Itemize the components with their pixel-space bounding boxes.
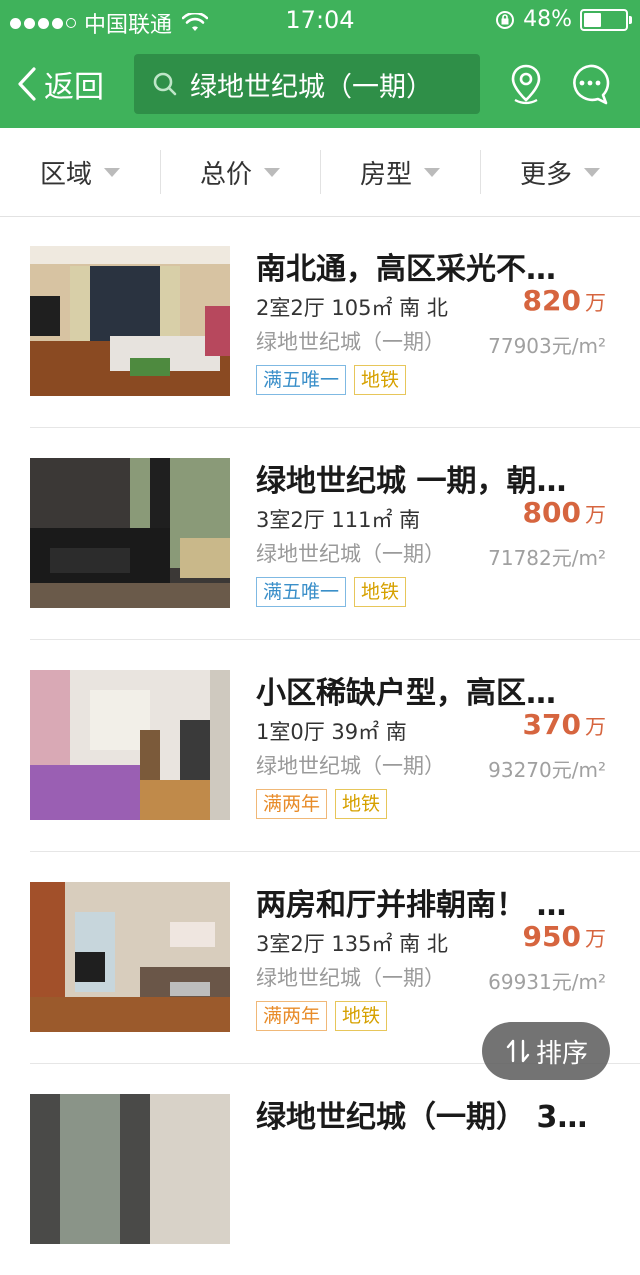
listing-photo	[30, 882, 230, 1032]
listing-item[interactable]: 小区稀缺户型，高区… 1室0厅 39㎡ 南 绿地世纪城（一期） 370 万 932…	[30, 640, 640, 852]
search-input[interactable]: 绿地世纪城（一期）	[134, 54, 480, 114]
battery-level	[584, 12, 602, 27]
filter-label: 总价	[199, 159, 252, 190]
listing-item[interactable]: 绿地世纪城（一期） 3…	[30, 1064, 640, 1275]
listing-tag: 满两年	[256, 789, 328, 819]
listing-tag: 满五唯一	[256, 365, 347, 395]
nav-bar: 返回 绿地世纪城（一期）	[0, 40, 640, 128]
listing-title: 南北通，高区采光不…	[256, 252, 556, 287]
price-unit: 万	[585, 715, 606, 739]
back-button[interactable]: 返回	[16, 62, 104, 106]
listing-spec: 3室2厅 111㎡ 南	[256, 508, 421, 532]
listing-community: 绿地世纪城（一期）	[256, 754, 445, 778]
listing-spec: 2室2厅 105㎡ 南 北	[256, 296, 448, 320]
listing-tags: 满五唯一 地铁	[256, 365, 407, 395]
status-right: 48%	[495, 7, 632, 32]
chevron-left-icon	[18, 67, 36, 101]
filter-bar: 区域 总价 房型 更多	[0, 128, 640, 217]
filter-more[interactable]: 更多	[480, 128, 640, 216]
sort-arrows-icon	[506, 1039, 530, 1063]
filter-layout[interactable]: 房型	[320, 128, 480, 216]
listing-unit-price: 77903元/m²	[488, 334, 606, 358]
listing-photo	[30, 1094, 230, 1244]
sort-button[interactable]: 排序	[482, 1022, 610, 1080]
listing-spec: 1室0厅 39㎡ 南	[256, 720, 407, 744]
listing-unit-price: 93270元/m²	[488, 758, 606, 782]
listing-community: 绿地世纪城（一期）	[256, 966, 445, 990]
listing-spec: 3室2厅 135㎡ 南 北	[256, 932, 448, 956]
filter-price[interactable]: 总价	[160, 128, 320, 216]
status-bar: 中国联通 17:04 48%	[0, 0, 640, 40]
price-value: 950	[522, 920, 581, 953]
filter-area[interactable]: 区域	[0, 128, 160, 216]
rotation-lock-icon	[496, 10, 515, 29]
listing-title: 小区稀缺户型，高区…	[256, 676, 556, 711]
listing-community: 绿地世纪城（一期）	[256, 542, 445, 566]
back-label: 返回	[44, 70, 104, 105]
listing-title: 两房和厅并排朝南！ …	[256, 888, 567, 923]
listing-tag: 地铁	[354, 365, 407, 395]
price-unit: 万	[585, 291, 606, 315]
price-unit: 万	[585, 503, 606, 527]
listing-photo	[30, 246, 230, 396]
caret-down-icon	[104, 167, 120, 177]
listing-tags: 满五唯一 地铁	[256, 577, 407, 607]
search-icon	[153, 72, 177, 96]
listing-unit-price: 71782元/m²	[488, 546, 606, 570]
listing-community: 绿地世纪城（一期）	[256, 330, 445, 354]
listing-item[interactable]: 南北通，高区采光不… 2室2厅 105㎡ 南 北 绿地世纪城（一期） 820 万 …	[30, 216, 640, 428]
listing-list: 南北通，高区采光不… 2室2厅 105㎡ 南 北 绿地世纪城（一期） 820 万 …	[0, 216, 640, 1275]
battery-percent: 48%	[523, 7, 572, 32]
price-value: 800	[522, 496, 581, 529]
listing-price: 370 万	[523, 708, 606, 741]
price-value: 370	[522, 708, 581, 741]
listing-price: 950 万	[523, 920, 606, 953]
listing-photo	[30, 670, 230, 820]
caret-down-icon	[264, 167, 280, 177]
listing-tags: 满两年 地铁	[256, 789, 388, 819]
price-value: 820	[522, 284, 581, 317]
listing-tag: 满五唯一	[256, 577, 347, 607]
caret-down-icon	[584, 167, 600, 177]
sort-label: 排序	[535, 1038, 588, 1069]
battery-icon	[580, 8, 632, 31]
map-pin-icon[interactable]	[506, 62, 546, 106]
listing-tag: 地铁	[335, 789, 388, 819]
price-unit: 万	[585, 927, 606, 951]
listing-tag: 满两年	[256, 1001, 328, 1031]
filter-label: 更多	[519, 159, 572, 190]
filter-label: 区域	[39, 159, 92, 190]
listing-item[interactable]: 绿地世纪城 一期，朝… 3室2厅 111㎡ 南 绿地世纪城（一期） 800 万 7…	[30, 428, 640, 640]
listing-tag: 地铁	[354, 577, 407, 607]
listing-title: 绿地世纪城 一期，朝…	[256, 464, 567, 499]
listing-tags: 满两年 地铁	[256, 1001, 388, 1031]
listing-title: 绿地世纪城（一期） 3…	[256, 1100, 588, 1135]
chat-bubble-icon[interactable]	[568, 62, 612, 106]
search-query: 绿地世纪城（一期）	[190, 71, 433, 103]
listing-price: 820 万	[523, 284, 606, 317]
listing-tag: 地铁	[335, 1001, 388, 1031]
listing-unit-price: 69931元/m²	[488, 970, 606, 994]
listing-photo	[30, 458, 230, 608]
listing-price: 800 万	[523, 496, 606, 529]
filter-label: 房型	[359, 159, 412, 190]
caret-down-icon	[424, 167, 440, 177]
